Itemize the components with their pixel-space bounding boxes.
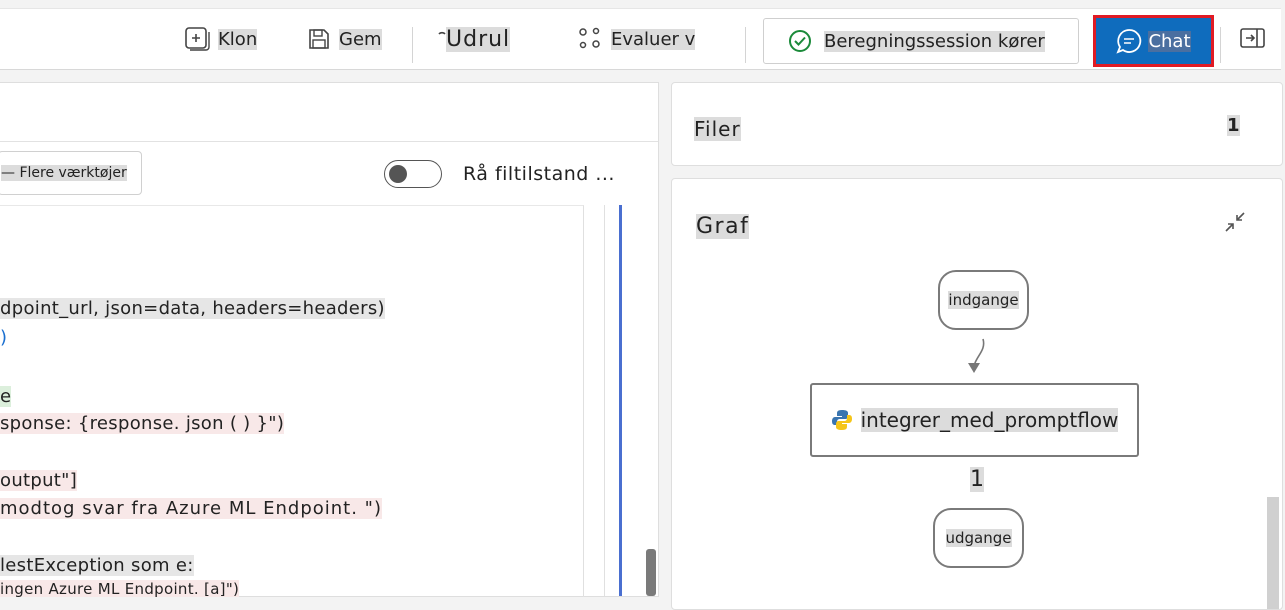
- top-toolbar: Klon Gem Udrul Evaluer v Beregningssessi…: [0, 8, 1281, 70]
- graph-node-inputs[interactable]: indgange: [938, 270, 1029, 330]
- chat-icon: [1116, 29, 1142, 54]
- code-line: sponse: {response. json ( ) }"): [0, 413, 285, 434]
- graph-scrollbar[interactable]: [1267, 497, 1279, 609]
- code-line: e: [0, 386, 12, 407]
- save-button[interactable]: Gem: [307, 9, 382, 69]
- evaluate-button[interactable]: Evaluer v: [577, 9, 696, 69]
- raw-file-mode-toggle[interactable]: [384, 160, 442, 188]
- edge-arrow: [968, 363, 980, 373]
- more-tools-button[interactable]: — Flere værktøjer: [0, 151, 142, 195]
- graph-panel: Graf indgange integrer_med_promptflow 1 …: [671, 178, 1283, 610]
- evaluate-label: Evaluer v: [611, 28, 696, 50]
- files-title: Filer: [694, 117, 741, 141]
- code-line: modtog svar fra Azure ML Endpoint. "): [0, 498, 382, 519]
- code-line: dpoint_url, json=data, headers=headers): [0, 298, 385, 319]
- deploy-button[interactable]: Udrul: [438, 9, 511, 69]
- files-count: 1: [1227, 115, 1240, 136]
- node-label: indgange: [948, 291, 1019, 309]
- save-icon: [309, 29, 329, 49]
- more-tools-label: — Flere værktøjer: [1, 165, 127, 181]
- code-line: output"]: [0, 470, 78, 491]
- code-editor-panel: — Flere værktøjer Rå filtilstand ... dpo…: [0, 82, 659, 597]
- code-line: ingen Azure ML Endpoint. [a]"): [0, 580, 240, 597]
- deploy-label: Udrul: [446, 26, 511, 52]
- evaluate-icon: [579, 27, 600, 49]
- edge-count-badge: 1: [970, 467, 984, 492]
- code-line: ): [0, 327, 8, 348]
- check-circle-icon: [789, 30, 811, 52]
- clone-label: Klon: [218, 28, 258, 50]
- deploy-icon: [438, 31, 446, 35]
- python-icon: [831, 410, 852, 430]
- clone-button[interactable]: Klon: [184, 9, 258, 69]
- code-line: lestException som e:: [0, 555, 194, 576]
- files-panel: Filer 1: [671, 82, 1283, 166]
- toolbar-divider: [1220, 27, 1221, 63]
- node-label: integrer_med_promptflow: [860, 408, 1119, 432]
- code-text-area[interactable]: dpoint_url, json=data, headers=headers) …: [0, 205, 584, 597]
- panel-toggle-button[interactable]: [1240, 27, 1266, 53]
- session-label: Beregningssession kører: [824, 30, 1045, 52]
- chat-label: Chat: [1148, 30, 1191, 52]
- graph-node-outputs[interactable]: udgange: [933, 508, 1024, 568]
- save-label: Gem: [339, 28, 382, 50]
- compute-session-status[interactable]: Beregningssession kører: [763, 18, 1079, 64]
- toggle-knob: [389, 165, 407, 183]
- clone-icon: [185, 27, 210, 51]
- chat-button[interactable]: Chat: [1093, 15, 1214, 67]
- graph-node-main[interactable]: integrer_med_promptflow: [810, 383, 1139, 457]
- raw-file-mode-label: Rå filtilstand ...: [463, 163, 615, 185]
- editor-scrollbar[interactable]: [646, 549, 656, 596]
- toolbar-divider: [745, 27, 746, 63]
- minimap-divider: [604, 205, 605, 596]
- editor-ruler: [619, 205, 622, 596]
- node-label: udgange: [945, 529, 1012, 547]
- panel-toggle-icon: [1240, 28, 1265, 48]
- editor-header: [0, 83, 658, 142]
- toolbar-divider: [412, 27, 413, 63]
